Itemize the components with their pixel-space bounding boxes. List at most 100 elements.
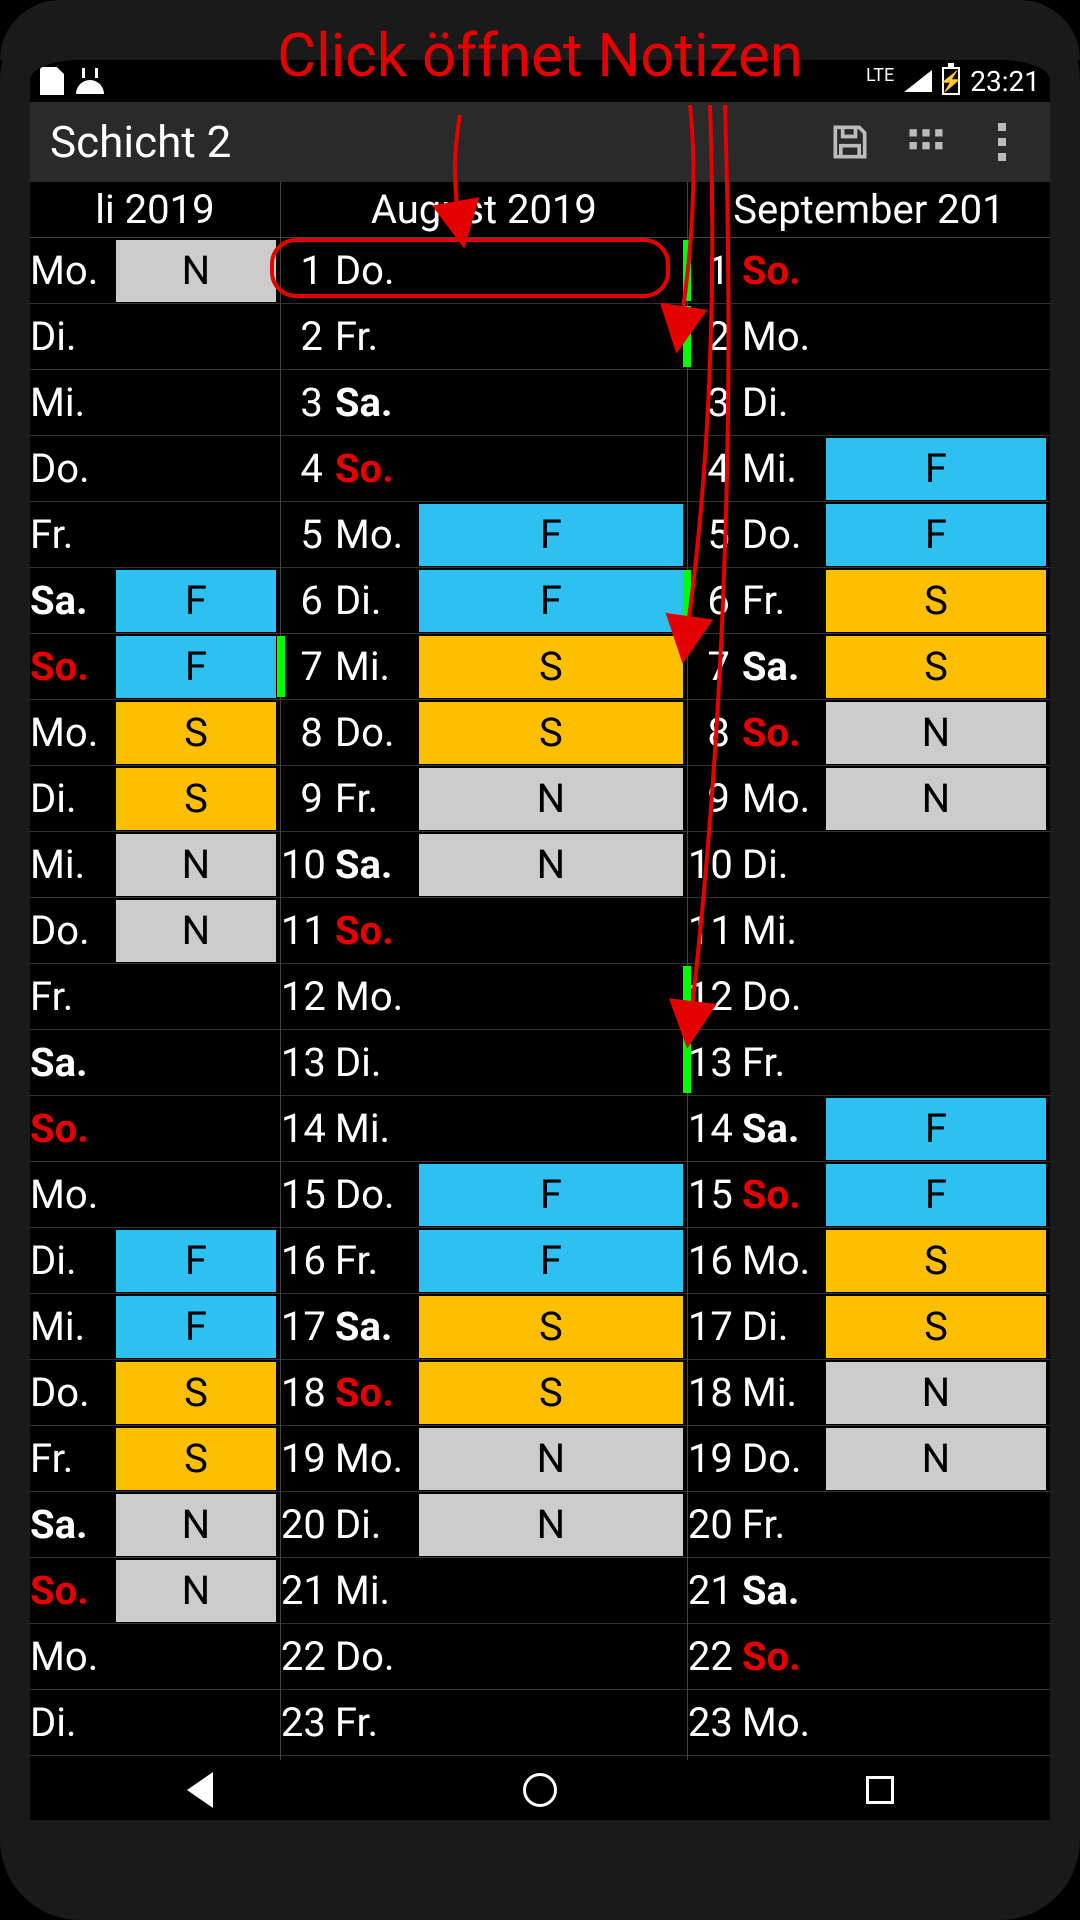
day-cell[interactable]: 3Di. bbox=[688, 370, 1050, 436]
day-cell[interactable]: 13Di. bbox=[281, 1030, 687, 1096]
nav-home-button[interactable] bbox=[520, 1770, 560, 1810]
day-cell[interactable]: 7So.F bbox=[30, 634, 280, 700]
day-cell[interactable]: 15Do.F bbox=[281, 1162, 687, 1228]
day-cell[interactable]: 2Fr. bbox=[281, 304, 687, 370]
month-header-jul[interactable]: li 2019 bbox=[30, 182, 280, 237]
shift-cell[interactable]: N bbox=[116, 240, 276, 302]
day-cell[interactable]: 19Do.N bbox=[688, 1426, 1050, 1492]
shift-cell[interactable]: S bbox=[419, 1296, 683, 1358]
day-cell[interactable]: 9Mo.N bbox=[688, 766, 1050, 832]
shift-cell[interactable] bbox=[116, 966, 276, 1028]
shift-cell[interactable]: N bbox=[116, 1494, 276, 1556]
shift-cell[interactable]: N bbox=[826, 768, 1046, 830]
shift-cell[interactable] bbox=[116, 306, 276, 368]
shift-cell[interactable] bbox=[419, 1032, 683, 1094]
day-cell[interactable]: 12Do. bbox=[688, 964, 1050, 1030]
day-cell[interactable]: 8So.N bbox=[688, 700, 1050, 766]
day-cell[interactable]: 17Sa.S bbox=[281, 1294, 687, 1360]
shift-cell[interactable] bbox=[419, 438, 683, 500]
day-cell[interactable]: 5Mo.F bbox=[281, 502, 687, 568]
shift-cell[interactable] bbox=[419, 240, 683, 302]
day-cell[interactable]: 19Fr.S bbox=[30, 1426, 280, 1492]
day-cell[interactable]: 17Mi.F bbox=[30, 1294, 280, 1360]
calendar-grid[interactable]: 1Mo.N2Di.3Mi.4Do.5Fr.6Sa.F7So.F8Mo.S9Di.… bbox=[30, 238, 1050, 1760]
day-cell[interactable]: 6Di.F bbox=[281, 568, 687, 634]
shift-cell[interactable] bbox=[419, 1626, 683, 1688]
shift-cell[interactable]: F bbox=[116, 1296, 276, 1358]
shift-cell[interactable] bbox=[826, 1560, 1046, 1622]
shift-cell[interactable]: N bbox=[419, 1428, 683, 1490]
day-cell[interactable]: 5Fr. bbox=[30, 502, 280, 568]
shift-cell[interactable] bbox=[826, 834, 1046, 896]
shift-cell[interactable]: N bbox=[826, 702, 1046, 764]
day-cell[interactable]: 11Do.N bbox=[30, 898, 280, 964]
shift-cell[interactable]: F bbox=[826, 1164, 1046, 1226]
shift-cell[interactable]: N bbox=[826, 1362, 1046, 1424]
day-cell[interactable]: 14Sa.F bbox=[688, 1096, 1050, 1162]
shift-cell[interactable] bbox=[116, 1098, 276, 1160]
shift-cell[interactable] bbox=[419, 372, 683, 434]
day-cell[interactable]: 11So. bbox=[281, 898, 687, 964]
day-cell[interactable]: 3Sa. bbox=[281, 370, 687, 436]
day-cell[interactable]: 10Sa.N bbox=[281, 832, 687, 898]
day-cell[interactable]: 4So. bbox=[281, 436, 687, 502]
shift-cell[interactable] bbox=[826, 372, 1046, 434]
shift-cell[interactable] bbox=[826, 306, 1046, 368]
day-cell[interactable]: 12Fr. bbox=[30, 964, 280, 1030]
shift-cell[interactable]: F bbox=[826, 1098, 1046, 1160]
day-cell[interactable]: 10Di. bbox=[688, 832, 1050, 898]
day-cell[interactable]: 1So. bbox=[688, 238, 1050, 304]
calendar-view-button[interactable] bbox=[898, 114, 954, 170]
day-cell[interactable]: 8Do.S bbox=[281, 700, 687, 766]
day-cell[interactable]: 4Mi.F bbox=[688, 436, 1050, 502]
shift-cell[interactable]: S bbox=[419, 1362, 683, 1424]
shift-cell[interactable] bbox=[826, 240, 1046, 302]
shift-cell[interactable]: F bbox=[419, 570, 683, 632]
shift-cell[interactable]: S bbox=[826, 636, 1046, 698]
month-header-aug[interactable]: August 2019 bbox=[280, 182, 688, 237]
day-cell[interactable]: 18Mi.N bbox=[688, 1360, 1050, 1426]
shift-cell[interactable]: N bbox=[116, 834, 276, 896]
day-cell[interactable]: 16Di.F bbox=[30, 1228, 280, 1294]
day-cell[interactable]: 20Di.N bbox=[281, 1492, 687, 1558]
shift-cell[interactable] bbox=[419, 1692, 683, 1754]
day-cell[interactable]: 22Mo. bbox=[30, 1624, 280, 1690]
shift-cell[interactable]: F bbox=[419, 1230, 683, 1292]
shift-cell[interactable]: F bbox=[826, 504, 1046, 566]
shift-cell[interactable] bbox=[826, 1032, 1046, 1094]
day-cell[interactable]: 11Mi. bbox=[688, 898, 1050, 964]
day-cell[interactable]: 20Fr. bbox=[688, 1492, 1050, 1558]
shift-cell[interactable] bbox=[116, 1032, 276, 1094]
day-cell[interactable]: 23Di. bbox=[30, 1690, 280, 1756]
day-cell[interactable]: 6Sa.F bbox=[30, 568, 280, 634]
shift-cell[interactable] bbox=[826, 900, 1046, 962]
day-cell[interactable]: 22Do. bbox=[281, 1624, 687, 1690]
day-cell[interactable]: 21Sa. bbox=[688, 1558, 1050, 1624]
shift-cell[interactable]: S bbox=[116, 1362, 276, 1424]
shift-cell[interactable] bbox=[419, 1098, 683, 1160]
shift-cell[interactable]: N bbox=[419, 768, 683, 830]
shift-cell[interactable] bbox=[116, 1164, 276, 1226]
shift-cell[interactable]: F bbox=[116, 636, 276, 698]
shift-cell[interactable]: F bbox=[826, 438, 1046, 500]
day-cell[interactable]: 18Do.S bbox=[30, 1360, 280, 1426]
shift-cell[interactable]: S bbox=[116, 1428, 276, 1490]
day-cell[interactable]: 16Fr.F bbox=[281, 1228, 687, 1294]
day-cell[interactable]: 21So.N bbox=[30, 1558, 280, 1624]
shift-cell[interactable]: N bbox=[419, 834, 683, 896]
day-cell[interactable]: 13Sa. bbox=[30, 1030, 280, 1096]
shift-cell[interactable] bbox=[116, 1626, 276, 1688]
shift-cell[interactable] bbox=[419, 306, 683, 368]
day-cell[interactable]: 15Mo. bbox=[30, 1162, 280, 1228]
shift-cell[interactable] bbox=[826, 1494, 1046, 1556]
shift-cell[interactable] bbox=[116, 438, 276, 500]
day-cell[interactable]: 2Di. bbox=[30, 304, 280, 370]
day-cell[interactable]: 9Fr.N bbox=[281, 766, 687, 832]
shift-cell[interactable]: F bbox=[419, 504, 683, 566]
shift-cell[interactable] bbox=[116, 372, 276, 434]
shift-cell[interactable] bbox=[419, 1560, 683, 1622]
day-cell[interactable]: 21Mi. bbox=[281, 1558, 687, 1624]
nav-recent-button[interactable] bbox=[860, 1770, 900, 1810]
day-cell[interactable]: 3Mi. bbox=[30, 370, 280, 436]
day-cell[interactable]: 20Sa.N bbox=[30, 1492, 280, 1558]
